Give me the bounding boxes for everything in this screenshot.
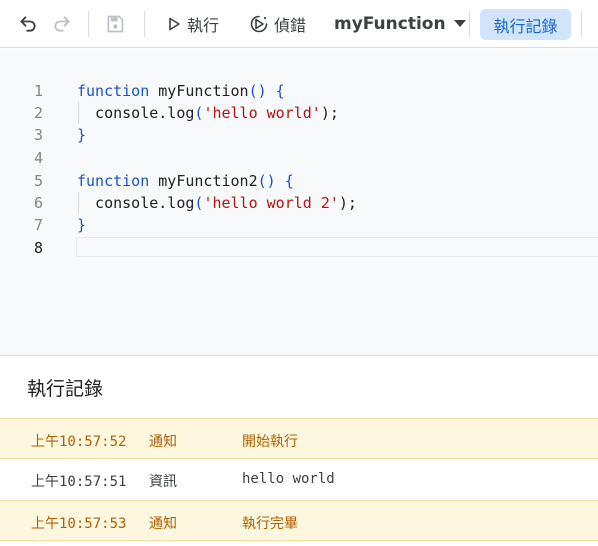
function-select[interactable]: myFunction [334,9,466,39]
code-token: function [77,82,150,100]
code-token: console.log [77,194,195,212]
log-message: 開始執行 [242,434,298,450]
code-line: 7 } [0,214,598,236]
run-button[interactable]: 執行 [166,9,219,39]
toolbar: 執行 偵錯 myFunction 執行記錄 [0,0,598,48]
code-line: 4 [0,147,598,169]
log-row: 上午10:57:53 通知 執行完畢 [0,500,598,541]
code-token: function [77,172,150,190]
toolbar-divider [581,11,582,37]
code-line: 3 } [0,124,598,146]
toolbar-divider [469,11,470,37]
redo-button[interactable] [47,9,77,39]
line-number: 1 [33,82,43,100]
line-number: 2 [33,104,43,122]
code-token: myFunction2 [149,172,258,190]
log-time: 上午10:57:52 [31,434,127,450]
execution-log-toggle[interactable]: 執行記錄 [480,9,571,40]
execution-log-panel: 執行記錄 上午10:57:52 通知 開始執行 上午10:57:51 資訊 he… [0,355,598,546]
code-token: ); [338,194,357,212]
log-time: 上午10:57:51 [31,474,127,490]
log-row: 上午10:57:51 資訊 hello world [0,459,598,500]
line-number: 8 [33,239,43,257]
code-text: } [77,216,86,234]
code-text: console.log('hello world'); [77,104,339,122]
execution-log-toggle-label: 執行記錄 [493,16,558,36]
toolbar-divider [144,11,145,37]
line-number: 6 [33,194,43,212]
code-token: } [77,216,87,234]
caret-down-icon [453,20,466,27]
toolbar-divider [88,11,89,37]
code-token: myFunction [149,82,249,100]
undo-icon [20,16,36,32]
code-token: () { [248,82,285,100]
code-token: ); [320,104,339,122]
line-number: 3 [33,126,43,144]
code-token: () { [257,172,294,190]
code-line: 1 function myFunction() { [0,80,598,102]
code-token: console.log [77,104,195,122]
redo-icon [54,16,70,32]
line-number: 5 [33,172,43,190]
line-number: 4 [33,149,43,167]
log-type: 通知 [149,516,177,532]
function-select-value: myFunction [334,14,446,34]
debug-button[interactable]: 偵錯 [249,9,306,39]
code-text: console.log('hello world 2'); [77,194,357,212]
code-token: 'hello world' [203,104,321,122]
code-line: 5 function myFunction2() { [0,170,598,192]
save-button[interactable] [100,9,130,39]
code-editor[interactable]: 1 function myFunction() { 2 console.log(… [0,49,598,355]
code-line: 6 console.log('hello world 2'); [0,192,598,214]
save-icon [107,15,124,33]
log-type: 通知 [149,434,177,450]
code-token: } [77,126,87,144]
code-token: 'hello world 2' [203,194,339,212]
code-text: function myFunction() { [77,82,285,100]
debug-icon [250,15,268,33]
log-message: hello world [242,471,335,487]
line-number: 7 [33,216,43,234]
code-line: 8 [0,237,598,259]
execution-log-title: 執行記錄 [27,378,104,400]
log-row: 上午10:57:52 通知 開始執行 [0,418,598,459]
run-label: 執行 [187,16,220,35]
code-line: 2 console.log('hello world'); [0,102,598,124]
debug-label: 偵錯 [274,16,307,35]
code-text: } [77,126,86,144]
undo-button[interactable] [13,9,43,39]
play-icon [169,17,180,31]
log-message: 執行完畢 [242,516,298,532]
code-text: function myFunction2() { [77,172,294,190]
log-time: 上午10:57:53 [31,516,127,532]
log-type: 資訊 [149,474,177,490]
